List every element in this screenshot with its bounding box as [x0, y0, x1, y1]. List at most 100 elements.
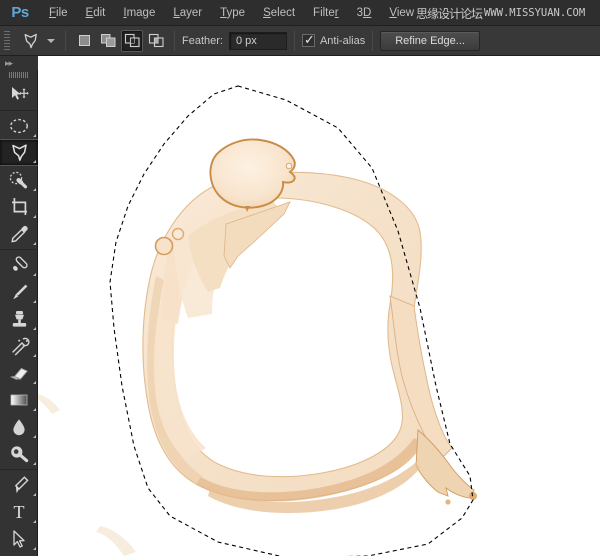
menu-item-file[interactable]: File	[40, 0, 77, 26]
tool-group-selection	[0, 111, 38, 250]
coffee-droplet-large	[154, 236, 174, 256]
clone-stamp-icon	[9, 309, 30, 329]
options-separator-1	[65, 30, 66, 51]
grip-dots-icon	[9, 72, 29, 78]
anti-alias-label: Anti-alias	[319, 34, 366, 47]
options-separator-2	[174, 30, 175, 51]
menu-bar: Ps File Edit Image Layer Type Select Fil…	[0, 0, 600, 26]
menu-item-edit[interactable]: Edit	[77, 0, 115, 26]
collapse-panel-button[interactable]: ▸▸	[0, 56, 38, 70]
tool-group-retouch	[0, 250, 37, 470]
flyout-triangle-icon	[33, 435, 36, 438]
brush-icon	[9, 282, 30, 302]
spot-healing-brush-tool[interactable]	[0, 251, 38, 278]
site-watermark: 思缘设计论坛 WWW.MISSYUAN.COM	[416, 3, 598, 23]
add-to-selection-button[interactable]	[97, 30, 119, 52]
options-separator-3	[293, 30, 295, 51]
tool-preset-chevron-down-icon[interactable]	[47, 38, 55, 43]
flyout-triangle-icon	[33, 273, 36, 276]
subtract-from-selection-button[interactable]	[121, 29, 143, 52]
clone-stamp-tool[interactable]	[0, 305, 38, 332]
menu-item-select[interactable]: Select	[254, 0, 304, 26]
flyout-triangle-icon	[33, 215, 36, 218]
tools-panel: ▸▸ T	[0, 56, 38, 556]
lasso-icon	[9, 143, 30, 162]
eyedropper-tool[interactable]	[0, 220, 38, 247]
tools-panel-drag-handle[interactable]	[0, 70, 38, 80]
flyout-triangle-icon	[33, 462, 36, 465]
quick-select-icon	[8, 170, 30, 189]
eyedropper-icon	[9, 224, 30, 244]
tool-group-vector: T	[0, 470, 37, 556]
feather-input[interactable]: 0 px	[228, 31, 287, 50]
checkmark-icon: ✓	[303, 32, 315, 47]
menu-item-layer[interactable]: Layer	[164, 0, 211, 26]
elliptical-marquee-tool[interactable]	[0, 112, 38, 139]
flyout-triangle-icon	[33, 188, 36, 191]
eraser-tool[interactable]	[0, 359, 38, 386]
ellipse-marquee-icon	[8, 117, 30, 135]
intersect-with-selection-button[interactable]	[145, 30, 167, 52]
menu-item-view[interactable]: View	[380, 0, 423, 26]
anti-alias-row[interactable]: ✓ Anti-alias	[301, 32, 366, 47]
watermark-url-text: WWW.MISSYUAN.COM	[484, 7, 586, 19]
polygonal-lasso-tool[interactable]	[0, 139, 38, 166]
eraser-icon	[8, 364, 30, 382]
blur-drop-icon	[9, 417, 29, 437]
quick-selection-tool[interactable]	[0, 166, 38, 193]
flyout-triangle-icon	[33, 242, 36, 245]
pen-tool[interactable]	[0, 471, 38, 498]
flyout-triangle-icon	[33, 327, 36, 330]
document-canvas[interactable]	[38, 56, 600, 556]
gradient-tool[interactable]	[0, 386, 38, 413]
healing-brush-icon	[9, 255, 30, 274]
flyout-triangle-icon	[33, 300, 36, 303]
menu-item-type[interactable]: Type	[211, 0, 254, 26]
dodge-icon	[8, 444, 30, 463]
flyout-triangle-icon	[33, 520, 36, 523]
coffee-droplet-small	[171, 227, 185, 241]
move-tool[interactable]	[0, 81, 38, 108]
options-bar-drag-handle[interactable]	[2, 29, 12, 52]
history-brush-icon	[9, 336, 30, 356]
tool-preset-picker[interactable]	[16, 28, 58, 54]
flyout-triangle-icon	[33, 493, 36, 496]
gradient-icon	[8, 392, 30, 408]
anti-alias-checkbox[interactable]: ✓	[301, 32, 315, 47]
coffee-blob-top-satellite	[285, 162, 293, 170]
flyout-triangle-icon	[33, 547, 36, 550]
stain-finger-droplet-2	[445, 499, 451, 505]
menu-item-image[interactable]: Image	[114, 0, 164, 26]
dodge-tool[interactable]	[0, 440, 38, 467]
crop-tool[interactable]	[0, 193, 38, 220]
canvas-artwork	[38, 56, 600, 556]
flyout-triangle-icon	[33, 134, 36, 137]
flyout-triangle-icon	[33, 381, 36, 384]
photoshop-window: Ps File Edit Image Layer Type Select Fil…	[0, 0, 600, 556]
brush-tool[interactable]	[0, 278, 38, 305]
photoshop-logo-icon: Ps	[11, 4, 29, 21]
new-selection-button[interactable]	[73, 30, 95, 52]
options-bar: Feather: 0 px ✓ Anti-alias Refine Edge..…	[0, 26, 600, 56]
path-arrow-icon	[10, 529, 28, 549]
tool-group-move	[0, 80, 37, 111]
double-chevron-right-icon: ▸▸	[5, 57, 13, 68]
flyout-triangle-icon	[33, 408, 36, 411]
custom-shape-tool[interactable]	[0, 552, 38, 556]
feather-label: Feather:	[182, 34, 223, 47]
refine-edge-button[interactable]: Refine Edge...	[380, 30, 480, 51]
options-separator-4	[372, 30, 374, 51]
selection-mode-group	[73, 29, 167, 52]
menu-item-3d[interactable]: 3D	[348, 0, 381, 26]
type-t-icon: T	[13, 501, 25, 522]
crop-icon	[9, 197, 30, 217]
history-brush-tool[interactable]	[0, 332, 38, 359]
move-icon	[9, 85, 29, 104]
polygonal-lasso-icon	[21, 32, 40, 50]
type-tool[interactable]: T	[0, 498, 38, 525]
flyout-triangle-icon	[33, 160, 36, 163]
path-selection-tool[interactable]	[0, 525, 38, 552]
watermark-cn-text: 思缘设计论坛	[416, 6, 483, 21]
menu-item-filter[interactable]: Filter	[304, 0, 348, 26]
blur-tool[interactable]	[0, 413, 38, 440]
